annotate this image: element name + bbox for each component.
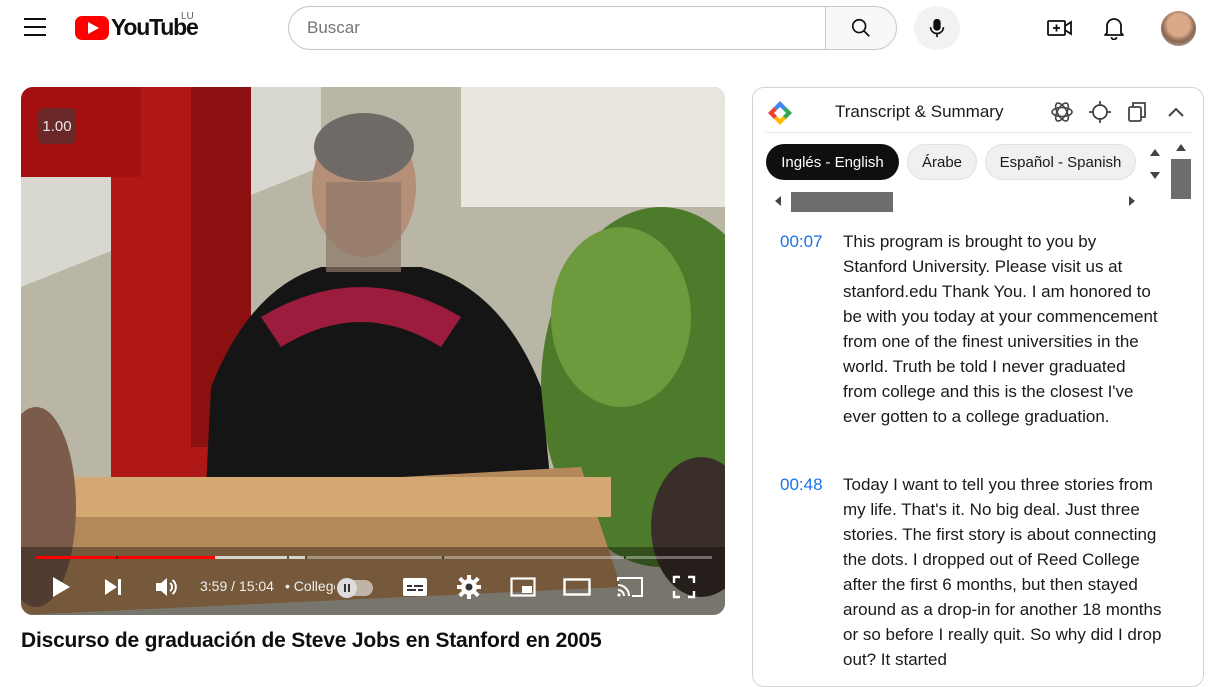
video-title: Discurso de graduación de Steve Jobs en … <box>21 629 602 652</box>
language-chip-spanish[interactable]: Español - Spanish <box>985 144 1136 180</box>
next-icon <box>105 579 121 595</box>
notifications-icon <box>1104 18 1124 40</box>
subtitles-icon <box>403 578 427 596</box>
fullscreen-button[interactable] <box>670 572 698 602</box>
voice-search-button[interactable] <box>914 6 960 50</box>
mic-icon <box>929 18 945 38</box>
cast-button[interactable] <box>615 572 645 602</box>
scrollbar-left-arrow[interactable] <box>775 196 781 206</box>
play-button[interactable] <box>46 572 76 602</box>
search-button[interactable] <box>825 6 897 50</box>
panel-title: Transcript & Summary <box>835 102 1004 121</box>
chapter-separator: • <box>285 578 290 594</box>
video-frame <box>21 87 725 615</box>
avatar[interactable] <box>1161 11 1196 46</box>
chapter-marker <box>442 556 444 559</box>
vertical-scrollbar-thumb[interactable] <box>1171 159 1191 199</box>
transcript-panel: Transcript & Summary Inglés - English Ár… <box>752 87 1204 687</box>
cast-icon <box>617 577 643 597</box>
subtitles-button[interactable] <box>400 572 430 602</box>
country-code: LU <box>181 11 194 22</box>
fullscreen-icon <box>672 575 696 599</box>
chatgpt-icon <box>1051 102 1073 122</box>
menu-icon[interactable] <box>24 18 46 36</box>
collapse-button[interactable] <box>1164 100 1188 124</box>
chatgpt-button[interactable] <box>1050 100 1074 124</box>
language-chip-english[interactable]: Inglés - English <box>766 144 899 180</box>
volume-icon <box>156 578 177 596</box>
search-input[interactable] <box>288 6 826 50</box>
pause-icon <box>337 578 357 598</box>
settings-button[interactable] <box>454 572 484 602</box>
create-icon <box>1047 20 1072 36</box>
play-icon <box>53 577 70 597</box>
progress-played <box>36 556 215 559</box>
create-button[interactable] <box>1046 14 1074 42</box>
copy-button[interactable] <box>1125 100 1149 124</box>
video-player[interactable] <box>21 87 725 615</box>
volume-button[interactable] <box>152 572 180 602</box>
scrollbar-up-arrow[interactable] <box>1176 144 1186 151</box>
playback-speed-badge: 1.00 <box>38 108 76 144</box>
segment-timestamp[interactable]: 00:48 <box>780 472 823 497</box>
segment-text: Today I want to tell you three stories f… <box>843 475 1162 669</box>
chevron-up-icon <box>1168 107 1184 117</box>
theater-mode-button[interactable] <box>561 572 593 602</box>
crosshair-icon <box>1089 101 1111 123</box>
autoplay-toggle[interactable] <box>337 578 373 598</box>
language-chip-arabic[interactable]: Árabe <box>907 144 977 180</box>
youtube-play-icon <box>75 15 109 40</box>
theater-icon <box>563 578 591 596</box>
chapter-marker <box>305 556 307 559</box>
chapter-label: College <box>293 578 335 594</box>
gear-icon <box>457 575 481 599</box>
chips-scroll-down[interactable] <box>1150 172 1160 179</box>
notifications-button[interactable] <box>1100 14 1128 42</box>
segment-timestamp[interactable]: 00:07 <box>780 229 823 254</box>
copy-icon <box>1128 102 1146 122</box>
youtube-logo[interactable]: YouTube <box>75 14 199 41</box>
miniplayer-button[interactable] <box>508 572 538 602</box>
chapter-marker <box>287 556 289 559</box>
progress-bar[interactable] <box>36 556 712 559</box>
search-icon <box>851 18 870 37</box>
chips-scroll-up[interactable] <box>1150 149 1160 156</box>
extension-logo-icon <box>768 101 792 125</box>
horizontal-scrollbar-thumb[interactable] <box>791 192 893 212</box>
time-display: 3:59 / 15:04 <box>200 578 274 594</box>
scrollbar-right-arrow[interactable] <box>1129 196 1135 206</box>
next-button[interactable] <box>100 572 126 602</box>
locate-button[interactable] <box>1088 100 1112 124</box>
chapter-marker <box>116 556 118 559</box>
segment-text: This program is brought to you by Stanfo… <box>843 232 1158 426</box>
panel-divider <box>765 132 1193 133</box>
chapter-marker <box>624 556 626 559</box>
chapter-title[interactable]: • College <box>285 578 335 594</box>
miniplayer-icon <box>510 577 536 597</box>
